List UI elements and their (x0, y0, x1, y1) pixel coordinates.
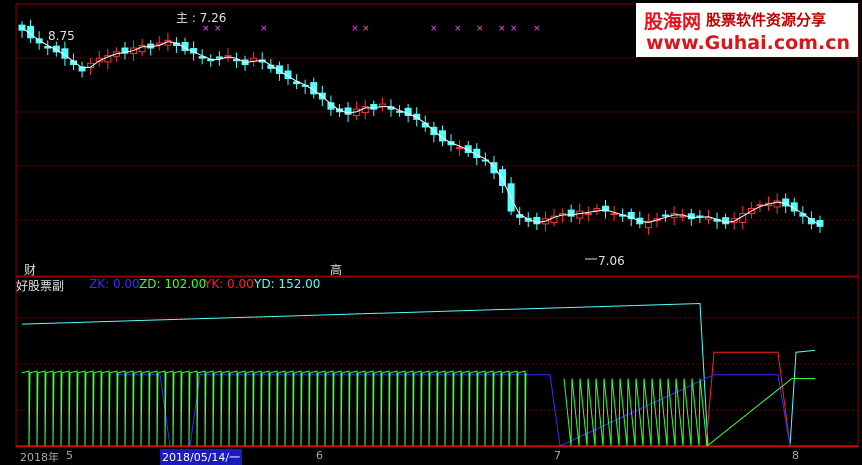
signal-marker: × (260, 24, 268, 34)
candle-body (662, 214, 670, 217)
high-price-label: 8.75 (48, 29, 75, 43)
finance-tag[interactable]: 财 (24, 261, 36, 278)
indicator-name[interactable]: 好股票副 (16, 277, 64, 294)
candle-body (250, 57, 258, 62)
xaxis-label-july: 7 (554, 449, 561, 462)
signal-marker: × (430, 24, 438, 34)
yk-legend: YK: 0.00 (204, 277, 254, 291)
watermark-brand: 股海网 (644, 11, 702, 33)
yd-legend: YD: 152.00 (254, 277, 321, 291)
signal-marker: × (362, 24, 370, 34)
signal-marker: × (454, 24, 462, 34)
zd-line (21, 370, 527, 447)
candle-body (370, 104, 378, 110)
signal-marker: × (476, 24, 484, 34)
zd-legend: ZD: 102.00 (139, 277, 207, 291)
signal-marker: × (498, 24, 506, 34)
zk-legend: ZK: 0.00 (89, 277, 140, 291)
watermark: 股海网 股票软件资源分享 www.Guhai.com.cn (636, 3, 858, 57)
high-tag[interactable]: 高 (330, 261, 342, 278)
zd-line-tail (563, 378, 815, 447)
main-label: 主 : 7.26 (176, 11, 227, 25)
candle-body (576, 210, 584, 219)
chart-stage: × × × × × × × × × × × 股海网 股票软件资源分享 www.Guhai.com.c… (0, 0, 862, 465)
signal-marker: × (533, 24, 541, 34)
signal-marker: × (510, 24, 518, 34)
watermark-slogan: 股票软件资源分享 (706, 11, 827, 29)
low-price-label: 7.06 (598, 254, 625, 268)
candle-body (687, 213, 695, 220)
ma-line (21, 27, 821, 226)
candle-body (215, 56, 223, 59)
chart-svg: × × × × × × × × × × × (15, 3, 859, 448)
candle-body (610, 213, 618, 216)
xaxis-label-aug: 8 (792, 449, 799, 462)
xaxis-label-june: 6 (316, 449, 323, 462)
candle-body (679, 215, 687, 218)
candle-body (584, 213, 592, 216)
xaxis-label-may: 5 (66, 449, 73, 462)
signal-marker: × (351, 24, 359, 34)
watermark-url: www.Guhai.com.cn (646, 32, 850, 54)
candle-body (378, 103, 386, 107)
